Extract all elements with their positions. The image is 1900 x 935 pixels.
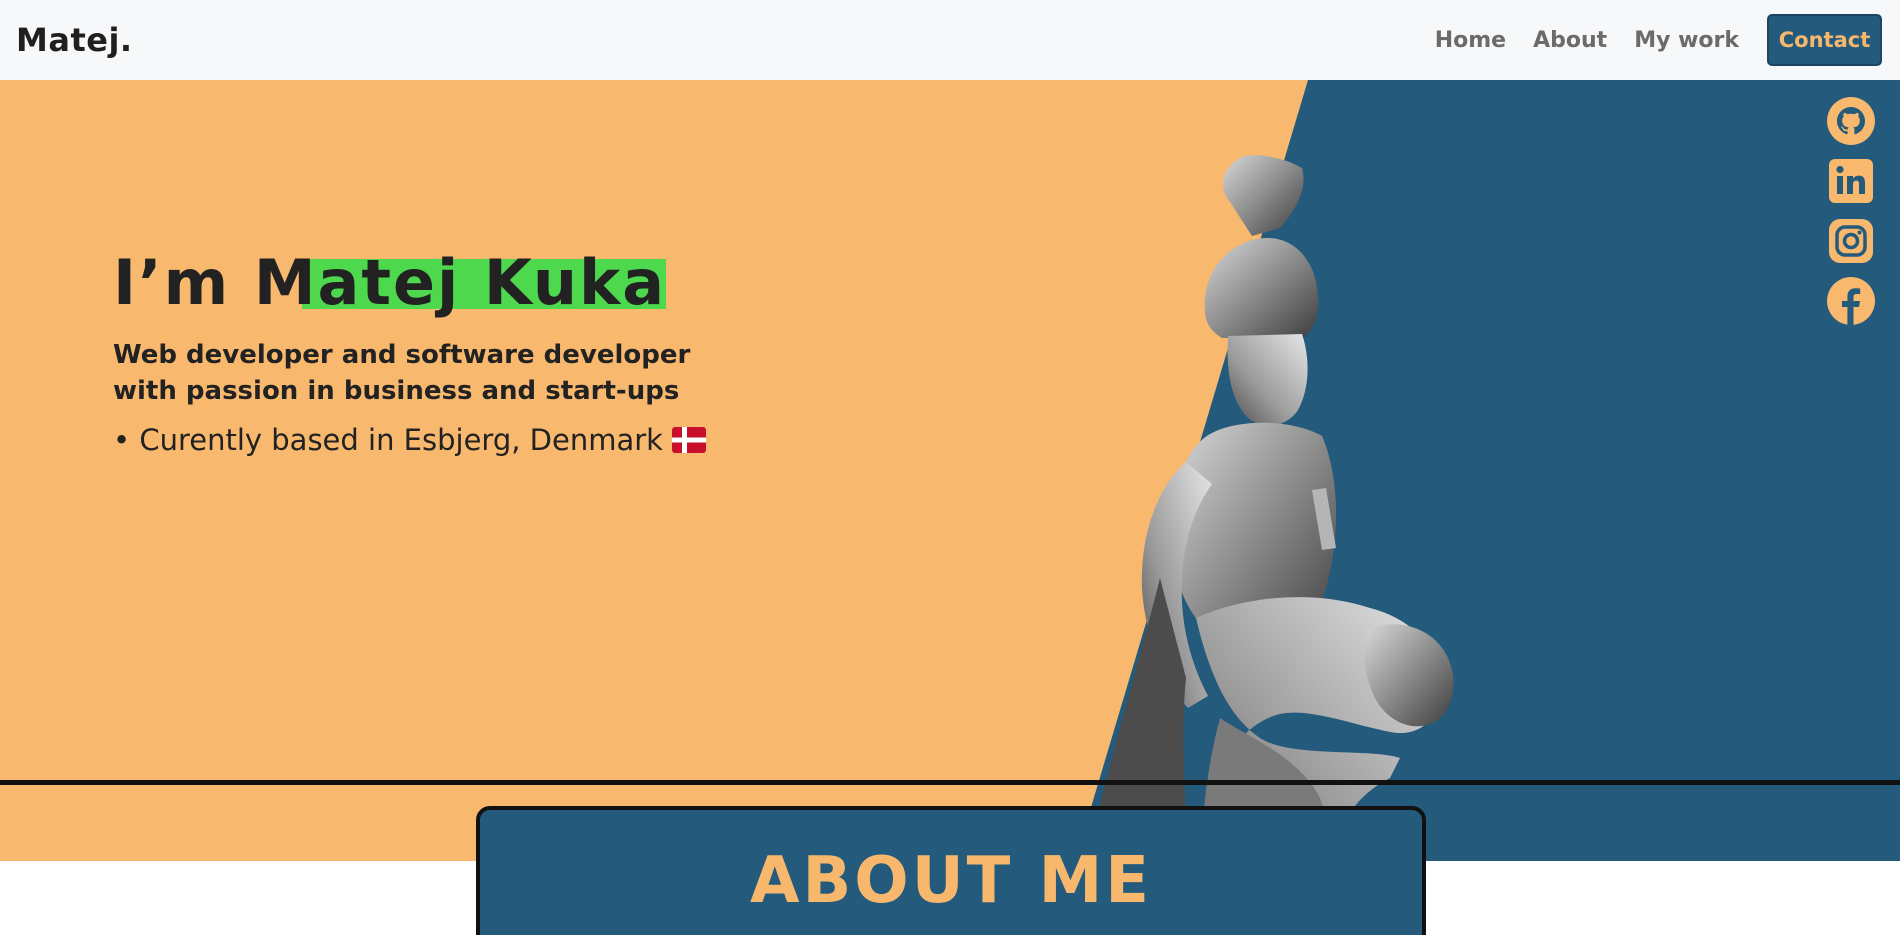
hero-text: I’m Matej Kuka Web developer and softwar… [113,246,733,457]
navbar: Matej. Home About My work Contact [0,0,1900,80]
denmark-flag-icon [671,427,706,453]
facebook-icon [1827,277,1875,325]
linkedin-link[interactable] [1826,156,1876,206]
social-links [1826,96,1876,336]
hero-background [0,80,1900,861]
instagram-link[interactable] [1826,216,1876,266]
nav-menu: Home About My work Contact [1435,14,1882,66]
hero-location: • Curently based in Esbjerg, Denmark [113,423,733,457]
hero-title-prefix: I’m [113,246,254,319]
hero-name-highlight: Matej Kuka [253,246,667,319]
hero-section: I’m Matej Kuka Web developer and softwar… [0,80,1900,861]
brand-logo[interactable]: Matej. [16,21,133,59]
nav-home[interactable]: Home [1435,28,1506,53]
linkedin-icon [1829,159,1873,203]
nav-about[interactable]: About [1533,28,1607,53]
hero-location-text: • Curently based in Esbjerg, Denmark [113,423,663,457]
facebook-link[interactable] [1826,276,1876,326]
hero-bottom-border [0,780,1900,785]
hero-subtitle: Web developer and software developer wit… [113,340,691,406]
about-section-header: ABOUT ME [476,806,1426,935]
github-link[interactable] [1826,96,1876,146]
contact-button[interactable]: Contact [1767,14,1882,66]
github-icon [1827,97,1875,145]
hero-title: I’m Matej Kuka [113,246,733,319]
nav-my-work[interactable]: My work [1634,28,1739,53]
instagram-icon [1829,219,1873,263]
statue-image [1085,155,1454,861]
about-title: ABOUT ME [749,844,1153,918]
